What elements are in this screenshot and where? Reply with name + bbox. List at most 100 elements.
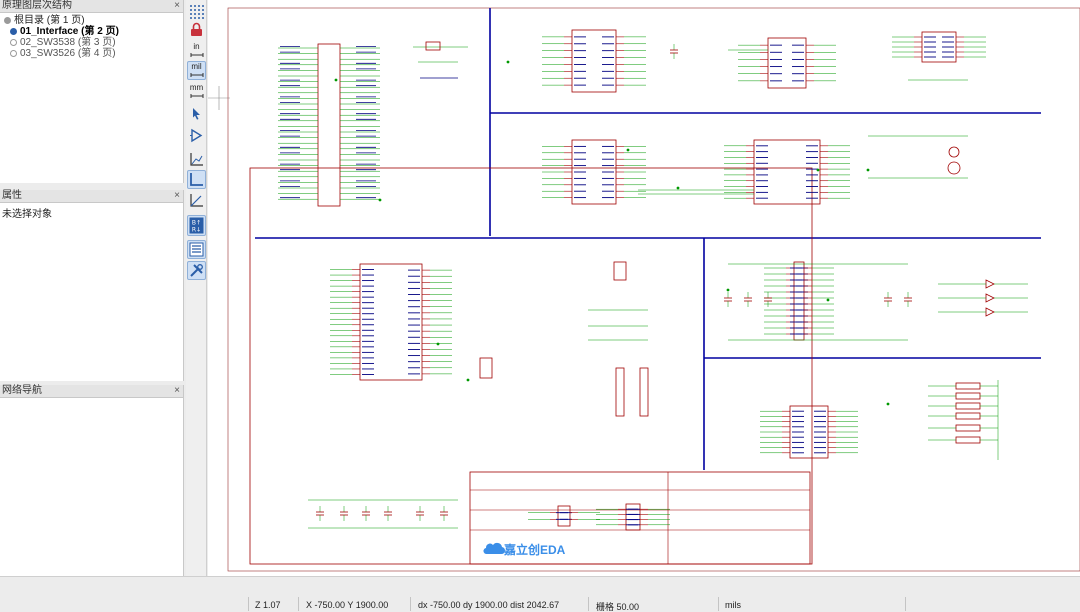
title-block-logo: 嘉立创EDA [483, 542, 566, 557]
schematic-content [249, 8, 1041, 565]
status-separator [298, 597, 299, 611]
active-sheet-bullet-icon [10, 28, 17, 35]
resistor [955, 382, 981, 390]
status-separator [248, 597, 249, 611]
tree-sheet-label: 03_SW3526 (第 4 页) [20, 48, 116, 59]
root-bullet-icon [4, 17, 11, 24]
sort-icon[interactable]: B↑ R↓ [187, 215, 206, 236]
sheet-bullet-icon [10, 39, 17, 46]
cursor-coordinates: X -750.00 Y 1900.00 [306, 600, 389, 610]
tree-root[interactable]: 根目录 (第 1 页) [4, 15, 183, 26]
ic-body [557, 505, 571, 527]
hierarchy-panel-title: 原理图层次结构 [2, 0, 72, 11]
resistor [955, 392, 981, 400]
close-icon[interactable]: × [174, 385, 180, 397]
tree-root-label: 根目录 (第 1 页) [14, 15, 85, 26]
zoom-readout: Z 1.07 [255, 600, 281, 610]
hierarchy-panel: 原理图层次结构 × 根目录 (第 1 页) 01_Interface (第 2 … [0, 0, 184, 183]
unit-in-label: in [193, 41, 200, 51]
unit-mm-label: mm [189, 82, 204, 92]
resistor [955, 402, 981, 410]
svg-text:R↓: R↓ [192, 227, 201, 234]
delta-readout: dx -750.00 dy 1900.00 dist 2042.67 [418, 600, 560, 610]
resistor [955, 412, 981, 420]
eda-logo-text: 嘉立创EDA [503, 542, 566, 557]
tools-icon[interactable] [187, 261, 206, 280]
eda-window: 原理图层次结构 × 根目录 (第 1 页) 01_Interface (第 2 … [0, 0, 1080, 612]
ic-body [571, 29, 617, 93]
tree-sheet-interface[interactable]: 01_Interface (第 2 页) [4, 26, 183, 37]
resistor-array [479, 357, 493, 379]
unit-mil-button[interactable]: mil [187, 61, 206, 80]
net-flag-icon[interactable] [187, 126, 206, 145]
resistor [955, 424, 981, 432]
status-separator [905, 597, 906, 611]
junction-dot [816, 168, 820, 172]
axis-icon[interactable] [187, 150, 206, 169]
junction-dot [626, 148, 630, 152]
hierarchy-panel-header: 原理图层次结构 × [0, 0, 183, 13]
junction-dot [506, 60, 510, 64]
units-readout[interactable]: mils [725, 600, 741, 610]
led-icon [985, 279, 995, 289]
crosshair-cursor [208, 86, 230, 110]
close-icon[interactable]: × [174, 190, 180, 202]
switch-body [425, 41, 441, 51]
close-icon[interactable]: × [174, 0, 180, 12]
list-icon[interactable] [187, 240, 206, 259]
status-bar: Z 1.07 X -750.00 Y 1900.00 dx -750.00 dy… [0, 576, 1080, 612]
lock-icon[interactable] [187, 20, 206, 39]
pointer-icon[interactable] [187, 104, 206, 123]
transistor-body [947, 161, 961, 175]
no-selection-text: 未选择对象 [2, 209, 52, 220]
resistor [955, 436, 981, 444]
net-navigator-panel-header: 网络导航 × [0, 385, 183, 398]
tree-sheet-label: 01_Interface (第 2 页) [20, 26, 119, 37]
tree-sheet-sw3526[interactable]: 03_SW3526 (第 4 页) [4, 48, 183, 59]
status-separator [718, 597, 719, 611]
ic-body [753, 139, 821, 205]
view-toolbar: in mil mm B↑ R↓ [186, 0, 207, 576]
unit-mm-button[interactable]: mm [187, 82, 206, 101]
properties-panel: 属性 × 未选择对象 [0, 190, 184, 381]
connector-body [615, 367, 625, 417]
junction-dot [866, 168, 870, 172]
transistor-body [948, 146, 960, 158]
sheet-frame [249, 167, 813, 565]
junction-dot [378, 198, 382, 202]
net-navigator-panel-title: 网络导航 [2, 385, 42, 396]
status-separator [410, 597, 411, 611]
axis-selected-icon[interactable] [187, 170, 206, 189]
net-navigator-panel: 网络导航 × [0, 385, 184, 576]
sheet-bullet-icon [10, 50, 17, 57]
junction-dot [334, 78, 338, 82]
ic-body [625, 503, 641, 531]
connector-body [317, 43, 341, 207]
tree-sheet-label: 02_SW3538 (第 3 页) [20, 37, 116, 48]
status-separator [588, 597, 589, 611]
cloud-icon [483, 542, 506, 555]
sheet-tree: 根目录 (第 1 页) 01_Interface (第 2 页) 02_SW35… [0, 13, 183, 59]
properties-panel-header: 属性 × [0, 190, 183, 203]
properties-panel-title: 属性 [2, 190, 22, 201]
schematic-canvas[interactable]: 嘉立创EDA [208, 0, 1080, 576]
led-icon [985, 307, 995, 317]
grid-readout: 栅格 50.00 [596, 602, 640, 612]
connector-body [639, 367, 649, 417]
unit-in-button[interactable]: in [187, 41, 206, 60]
axis-angle-icon[interactable] [187, 191, 206, 210]
junction-dot [826, 298, 830, 302]
junction-dot [676, 186, 680, 190]
led-icon [985, 293, 995, 303]
tree-sheet-sw3538[interactable]: 02_SW3538 (第 3 页) [4, 37, 183, 48]
svg-text:B↑: B↑ [192, 220, 201, 227]
ic-body [359, 263, 423, 381]
resistor-array [613, 261, 627, 281]
junction-dot [886, 402, 890, 406]
junction-dot [436, 342, 440, 346]
schematic-drawing[interactable]: 嘉立创EDA [208, 0, 1080, 576]
junction-dot [466, 378, 470, 382]
grid-dots-icon[interactable] [187, 2, 206, 21]
unit-mil-label: mil [191, 61, 202, 71]
junction-dot [726, 288, 730, 292]
